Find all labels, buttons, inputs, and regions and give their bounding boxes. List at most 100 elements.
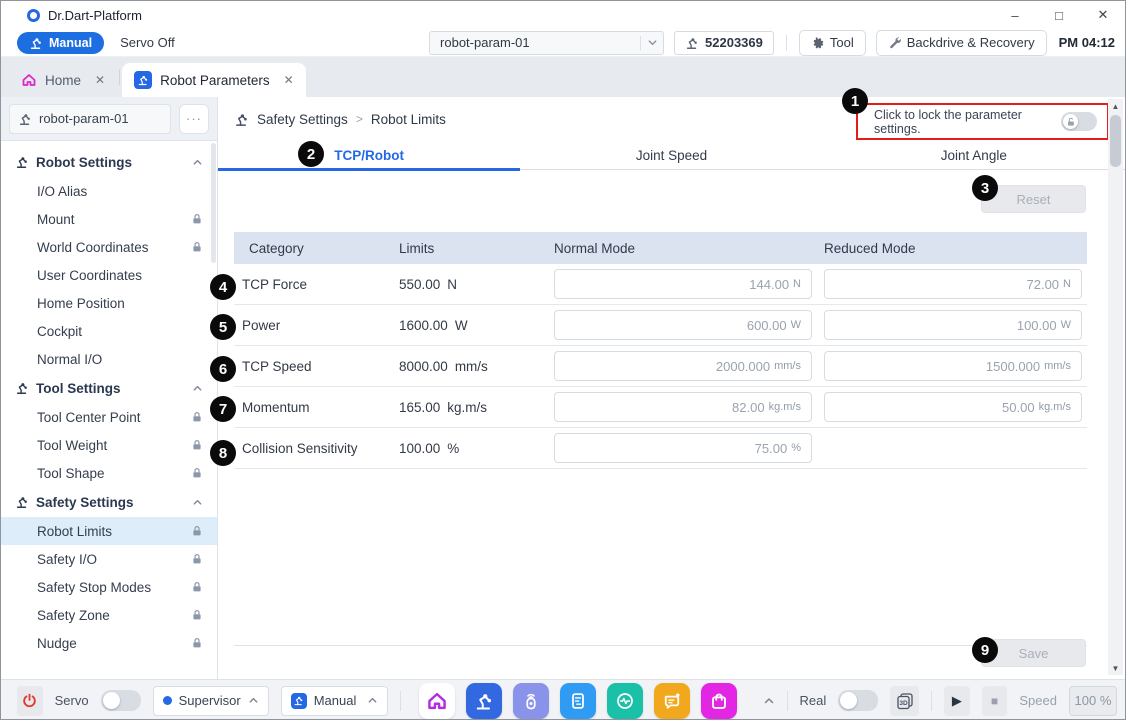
tab-home[interactable]: Home ✕ <box>9 63 117 97</box>
param-name-field[interactable]: robot-param-01 <box>9 104 171 134</box>
home-app-icon[interactable] <box>419 683 455 719</box>
sidebar-item-tool-shape[interactable]: Tool Shape <box>1 459 217 487</box>
sidebar-item-mount[interactable]: Mount <box>1 205 217 233</box>
manual-mode-label: Manual <box>49 36 92 50</box>
store-app-icon[interactable] <box>701 683 737 719</box>
row-limit: 8000.00mm/s <box>399 359 554 374</box>
table-row: Momentum 165.00kg.m/s 82.00kg.m/s 50.00k… <box>234 387 1087 428</box>
row-category: TCP Force <box>234 277 399 292</box>
breadcrumb-parent[interactable]: Safety Settings <box>257 112 348 127</box>
manual-mode-button[interactable]: Manual <box>17 32 104 54</box>
sidebar-section-header[interactable]: Robot Settings <box>1 147 217 177</box>
servo-toggle[interactable] <box>101 690 141 711</box>
tool-button[interactable]: Tool <box>799 30 866 56</box>
sidebar-item-safety-i-o[interactable]: Safety I/O <box>1 545 217 573</box>
sidebar-item-safety-stop-modes[interactable]: Safety Stop Modes <box>1 573 217 601</box>
header-normal-mode: Normal Mode <box>554 241 824 256</box>
normal-mode-input[interactable]: 144.00N <box>554 269 812 299</box>
row-category: Power <box>234 318 399 333</box>
sidebar-item-i-o-alias[interactable]: I/O Alias <box>1 177 217 205</box>
stop-button[interactable]: ■ <box>982 686 1008 716</box>
reduced-mode-input[interactable]: 72.00N <box>824 269 1082 299</box>
sidebar-item-tool-weight[interactable]: Tool Weight <box>1 431 217 459</box>
lock-icon <box>191 609 203 621</box>
param-tab-joint-angle[interactable]: Joint Angle <box>823 141 1125 169</box>
sidebar-item-user-coordinates[interactable]: User Coordinates <box>1 261 217 289</box>
sidebar-item-normal-i-o[interactable]: Normal I/O <box>1 345 217 373</box>
role-select[interactable]: Supervisor <box>153 686 269 716</box>
lock-icon <box>191 637 203 649</box>
normal-mode-input[interactable]: 600.00W <box>554 310 812 340</box>
power-button[interactable] <box>17 686 43 716</box>
mode-select[interactable]: Manual <box>281 686 388 716</box>
backdrive-label: Backdrive & Recovery <box>907 35 1035 50</box>
normal-mode-input[interactable]: 2000.000mm/s <box>554 351 812 381</box>
param-tab-joint-speed[interactable]: Joint Speed <box>520 141 822 169</box>
sidebar-nav: Robot SettingsI/O AliasMountWorld Coordi… <box>1 141 217 657</box>
row-limit: 550.00N <box>399 277 554 292</box>
lock-icon <box>191 439 203 451</box>
scrollbar-thumb[interactable] <box>1110 115 1121 167</box>
row-category: Momentum <box>234 400 399 415</box>
sidebar-item-safety-zone[interactable]: Safety Zone <box>1 601 217 629</box>
param-file-select[interactable]: robot-param-01 <box>429 31 664 55</box>
app-logo-icon <box>27 9 40 22</box>
lock-icon <box>191 241 203 253</box>
normal-mode-input[interactable]: 82.00kg.m/s <box>554 392 812 422</box>
task-writer-app-icon[interactable] <box>560 683 596 719</box>
tab-robot-parameters-close-icon[interactable]: ✕ <box>284 73 294 87</box>
tab-home-close-icon[interactable]: ✕ <box>95 73 105 87</box>
servo-status-label: Servo Off <box>120 35 175 50</box>
lock-toggle[interactable] <box>1061 112 1097 131</box>
scroll-up-icon[interactable]: ▲ <box>1112 99 1120 113</box>
sidebar-item-home-position[interactable]: Home Position <box>1 289 217 317</box>
play-button[interactable]: ▶ <box>944 686 970 716</box>
monitoring-app-icon[interactable] <box>607 683 643 719</box>
more-options-button[interactable]: ··· <box>179 104 209 134</box>
3d-view-button[interactable]: 3D <box>890 686 919 716</box>
dock-collapse-icon[interactable] <box>763 695 775 707</box>
row-limit: 165.00kg.m/s <box>399 400 554 415</box>
sidebar-section-header[interactable]: Tool Settings <box>1 373 217 403</box>
remote-control-app-icon[interactable] <box>513 683 549 719</box>
limits-table: Category Limits Normal Mode Reduced Mode… <box>234 232 1087 469</box>
reduced-mode-input[interactable]: 1500.000mm/s <box>824 351 1082 381</box>
backdrive-recovery-button[interactable]: Backdrive & Recovery <box>876 30 1047 56</box>
close-button[interactable]: ✕ <box>1081 1 1125 29</box>
sidebar-item-tool-center-point[interactable]: Tool Center Point <box>1 403 217 431</box>
speed-value-box[interactable]: 100 % <box>1069 686 1117 716</box>
table-row: TCP Speed 8000.00mm/s 2000.000mm/s 1500.… <box>234 346 1087 387</box>
robot-params-app-icon[interactable] <box>466 683 502 719</box>
lock-icon <box>191 581 203 593</box>
top-toolbar: Manual Servo Off robot-param-01 52203369… <box>1 29 1125 57</box>
chevron-up-icon <box>248 695 259 706</box>
chevron-up-icon[interactable] <box>192 157 203 168</box>
main-scrollbar[interactable]: ▲ ▼ <box>1108 99 1123 675</box>
reduced-mode-input[interactable]: 50.00kg.m/s <box>824 392 1082 422</box>
normal-mode-input[interactable]: 75.00% <box>554 433 812 463</box>
sidebar-item-nudge[interactable]: Nudge <box>1 629 217 657</box>
sidebar-item-robot-limits[interactable]: Robot Limits <box>1 517 217 545</box>
real-mode-toggle[interactable] <box>838 690 878 711</box>
sidebar-scrollbar[interactable] <box>211 143 216 263</box>
row-limit: 100.00% <box>399 441 554 456</box>
servo-label: Servo <box>55 693 89 708</box>
chevron-up-icon[interactable] <box>192 497 203 508</box>
scroll-down-icon[interactable]: ▼ <box>1112 661 1120 675</box>
annotation-badge-8: 8 <box>210 440 236 466</box>
header-reduced-mode: Reduced Mode <box>824 241 1082 256</box>
sidebar-section-header[interactable]: Safety Settings <box>1 487 217 517</box>
minimize-button[interactable]: – <box>993 1 1037 29</box>
app-tab-strip: Home ✕ Robot Parameters ✕ <box>1 57 1125 97</box>
annotation-badge-5: 5 <box>210 314 236 340</box>
lock-settings-annotation-box: Click to lock the parameter settings. <box>856 103 1109 140</box>
reduced-mode-input[interactable]: 100.00W <box>824 310 1082 340</box>
chevron-up-icon[interactable] <box>192 383 203 394</box>
sidebar-item-cockpit[interactable]: Cockpit <box>1 317 217 345</box>
message-app-icon[interactable] <box>654 683 690 719</box>
maximize-button[interactable]: □ <box>1037 1 1081 29</box>
sidebar-item-world-coordinates[interactable]: World Coordinates <box>1 233 217 261</box>
robot-serial-button[interactable]: 52203369 <box>674 31 774 55</box>
tab-robot-parameters[interactable]: Robot Parameters ✕ <box>122 63 306 97</box>
param-tab-tcp-robot[interactable]: TCP/Robot <box>218 141 520 169</box>
